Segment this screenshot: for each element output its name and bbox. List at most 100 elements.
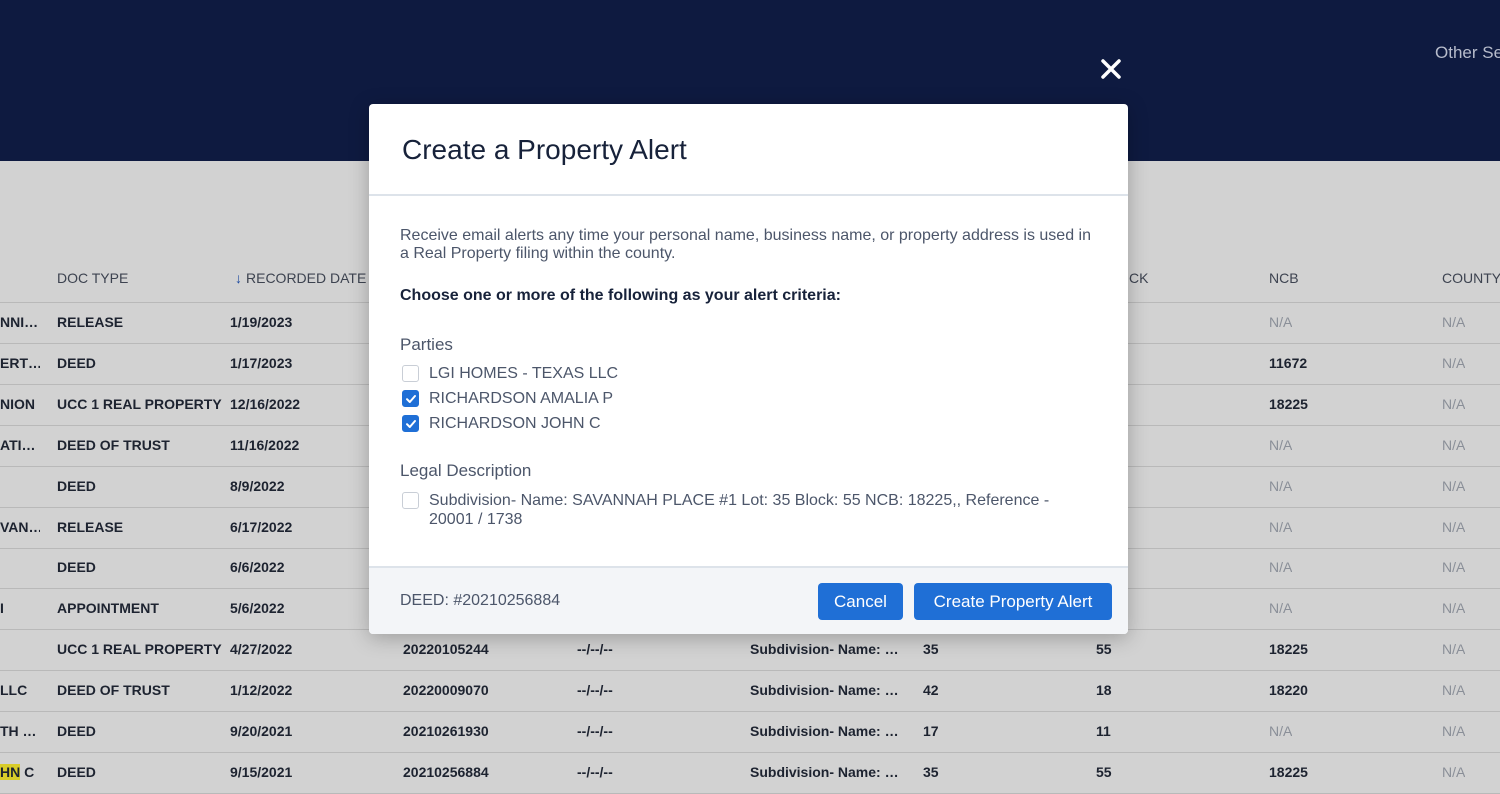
cell-doc-type: DEED — [57, 559, 96, 576]
cell-other-date: --/--/-- — [577, 763, 613, 780]
cell-ncb: N/A — [1269, 477, 1293, 494]
cell-county: N/A — [1442, 763, 1466, 780]
checkbox[interactable] — [402, 415, 419, 432]
modal-intro: Receive email alerts any time your perso… — [400, 227, 1091, 262]
modal-body: Receive email alerts any time your perso… — [369, 196, 1128, 529]
party-label: RICHARDSON JOHN C — [429, 415, 601, 432]
legal-label: Subdivision- Name: SAVANNAH PLACE #1 Lot… — [429, 492, 1050, 528]
cell-block: 55 — [1096, 641, 1112, 658]
cell-doc-no: 20210256884 — [403, 763, 489, 780]
checkbox[interactable] — [402, 365, 419, 382]
cell-doc-no: 20210261930 — [403, 723, 489, 739]
table-row[interactable]: TH … DEED 9/20/2021 20210261930 --/--/-- Subd… — [0, 712, 1500, 753]
other-services-link[interactable]: Other Se — [1435, 43, 1500, 63]
cell-legal: Subdivision- Name: … — [750, 763, 899, 780]
cell-date: 1/17/2023 — [230, 354, 293, 371]
cell-ncb: 18225 — [1269, 395, 1308, 412]
cell-legal: Subdivision- Name: … — [750, 682, 899, 699]
cell-doc-type: DEED — [57, 477, 96, 494]
cell-date: 1/12/2022 — [230, 682, 293, 699]
cell-doc-no: 20220105244 — [403, 641, 489, 658]
cell-date: 6/17/2022 — [230, 518, 293, 535]
cell-county: N/A — [1442, 600, 1466, 617]
party-option[interactable]: RICHARDSON AMALIA P — [400, 389, 1095, 408]
legal-description-label: Legal Description — [400, 461, 532, 480]
table-row[interactable]: UCC 1 REAL PROPERTY 4/27/2022 20220105244 -… — [0, 630, 1500, 672]
col-county[interactable]: COUNTY — [1442, 270, 1500, 286]
check-icon — [405, 394, 416, 403]
cell-doc-type: DEED OF TRUST — [57, 436, 170, 453]
cell-ncb: 11672 — [1269, 354, 1308, 371]
cell-doc-type: DEED — [57, 354, 96, 371]
cell-ncb: N/A — [1269, 518, 1293, 535]
property-alert-modal: Create a Property Alert Receive email al… — [369, 104, 1128, 634]
cell-county: N/A — [1442, 314, 1466, 330]
cell-other-date: --/--/-- — [577, 641, 613, 658]
cell-ncb: 18225 — [1269, 641, 1308, 658]
cell-ncb: N/A — [1269, 600, 1293, 617]
parties-label: Parties — [400, 335, 453, 354]
party-option[interactable]: LGI HOMES - TEXAS LLC — [400, 364, 1095, 383]
col-ncb[interactable]: NCB — [1269, 270, 1299, 286]
search-highlight: HN — [0, 763, 21, 780]
document-reference: DEED: #20210256884 — [400, 592, 561, 609]
cell-name: VAN… — [0, 518, 40, 535]
cell-name: NNI… — [0, 314, 39, 330]
cell-block: 55 — [1096, 763, 1112, 780]
cell-county: N/A — [1442, 641, 1466, 658]
cell-date: 4/27/2022 — [230, 641, 293, 658]
cell-ncb: 18220 — [1269, 682, 1308, 699]
cell-doc-type: UCC 1 REAL PROPERTY — [57, 641, 222, 658]
cell-county: N/A — [1442, 395, 1466, 412]
cell-county: N/A — [1442, 354, 1466, 371]
cell-county: N/A — [1442, 436, 1466, 453]
cell-doc-type: DEED — [57, 723, 96, 739]
cell-date: 9/15/2021 — [230, 763, 293, 780]
cell-date: 9/20/2021 — [230, 723, 293, 739]
col-block[interactable]: CK — [1129, 270, 1148, 286]
cancel-button[interactable]: Cancel — [818, 583, 903, 620]
cell-ncb: N/A — [1269, 559, 1293, 576]
cell-legal: Subdivision- Name: … — [750, 723, 899, 739]
table-row[interactable]: LLC DEED OF TRUST 1/12/2022 20220009070 --/-… — [0, 671, 1500, 713]
modal-header: Create a Property Alert — [369, 104, 1128, 196]
cell-date: 8/9/2022 — [230, 477, 285, 494]
cell-lot: 35 — [923, 763, 939, 780]
cell-name: NION — [0, 395, 35, 412]
party-option[interactable]: RICHARDSON JOHN C — [400, 414, 1095, 433]
checkbox[interactable] — [402, 390, 419, 407]
modal-footer: DEED: #20210256884 Cancel Create Propert… — [369, 566, 1128, 634]
table-row[interactable]: HN C DEED 9/15/2021 20210256884 --/--/-- Subd… — [0, 753, 1500, 794]
legal-list: Subdivision- Name: SAVANNAH PLACE #1 Lot… — [400, 491, 1095, 529]
party-label: RICHARDSON AMALIA P — [429, 390, 614, 407]
close-icon[interactable] — [1098, 56, 1124, 82]
cell-ncb: 18225 — [1269, 763, 1308, 780]
parties-list: LGI HOMES - TEXAS LLC RICHARDSON AMALIA … — [400, 364, 1095, 433]
cell-name: LLC — [0, 682, 28, 699]
legal-option[interactable]: Subdivision- Name: SAVANNAH PLACE #1 Lot… — [400, 491, 1095, 529]
cell-date: 12/16/2022 — [230, 395, 301, 412]
sort-down-icon: ↓ — [235, 270, 242, 286]
cell-other-date: --/--/-- — [577, 723, 613, 739]
checkbox[interactable] — [402, 492, 419, 509]
cell-date: 1/19/2023 — [230, 314, 293, 330]
cell-block: 11 — [1096, 723, 1111, 739]
col-recorded-date[interactable]: ↓ RECORDED DATE — [235, 270, 366, 286]
cell-doc-type: DEED OF TRUST — [57, 682, 170, 699]
create-property-alert-button[interactable]: Create Property Alert — [914, 583, 1112, 620]
cell-doc-type: RELEASE — [57, 314, 124, 330]
cell-ncb: N/A — [1269, 436, 1293, 453]
cell-doc-type: UCC 1 REAL PROPERTY — [57, 395, 222, 412]
cell-lot: 35 — [923, 641, 939, 658]
col-doc-type[interactable]: DOC TYPE — [57, 270, 128, 286]
cell-name: ATI… — [0, 436, 36, 453]
cell-county: N/A — [1442, 518, 1466, 535]
cell-name: I — [0, 600, 4, 617]
cell-name: ERT… — [0, 354, 40, 371]
check-icon — [405, 419, 416, 428]
cell-date: 11/16/2022 — [230, 436, 300, 453]
criteria-heading: Choose one or more of the following as y… — [400, 287, 841, 304]
cell-county: N/A — [1442, 477, 1466, 494]
cell-name: HN C — [0, 763, 35, 780]
cell-doc-type: DEED — [57, 763, 96, 780]
